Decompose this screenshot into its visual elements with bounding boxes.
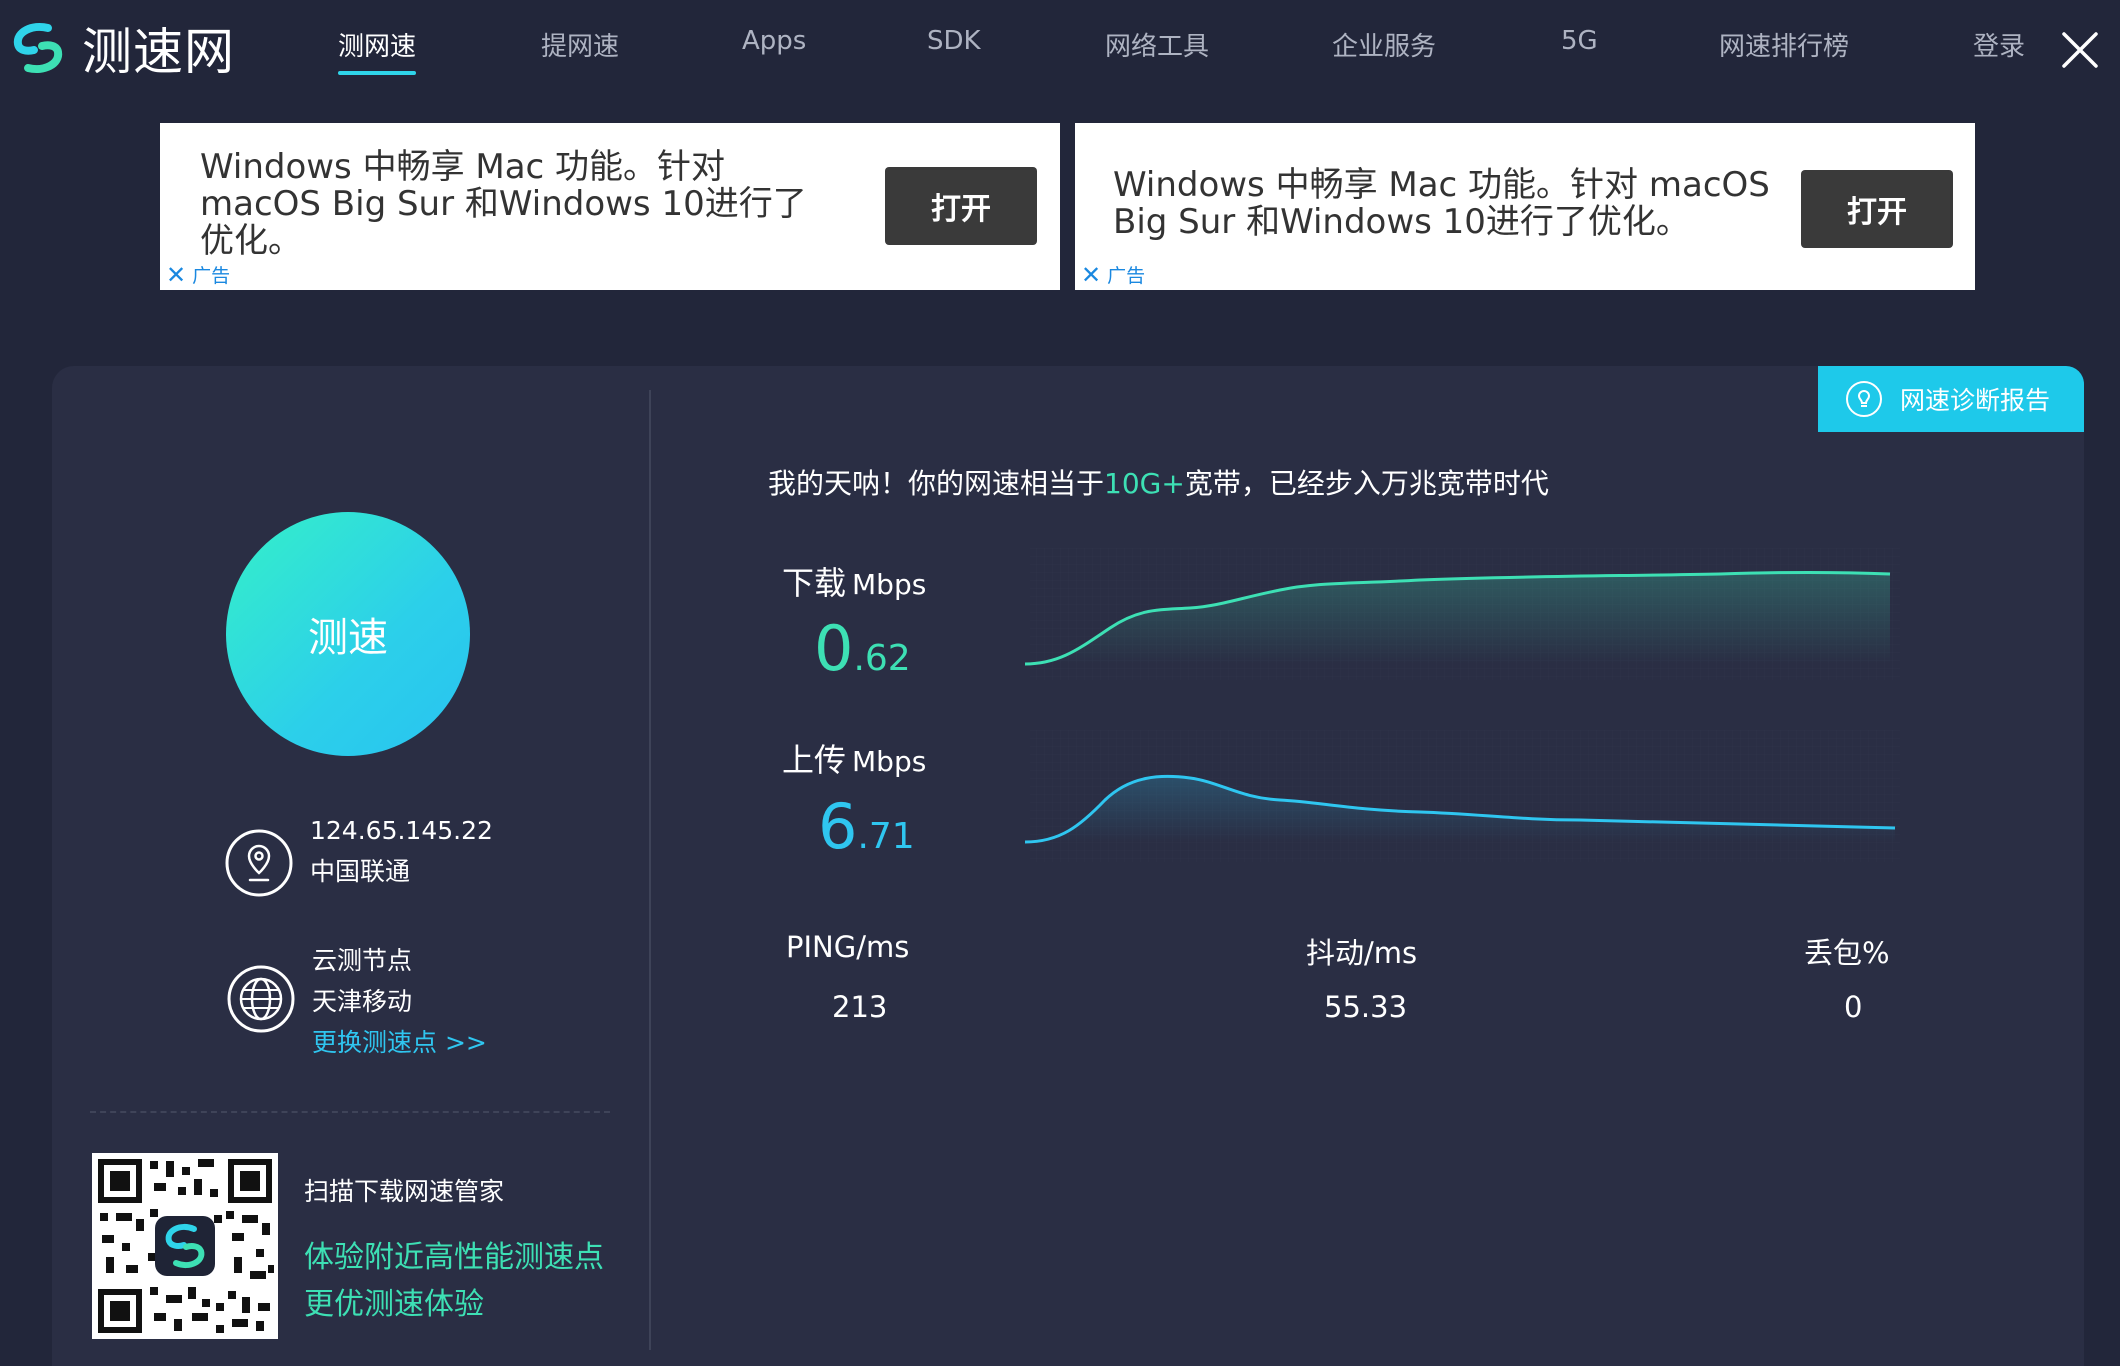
panel-divider: [649, 390, 651, 1350]
logo-icon: [13, 23, 63, 73]
ad-banner-2[interactable]: Windows 中畅享 Mac 功能。针对 macOS Big Sur 和Win…: [1075, 123, 1975, 290]
nav-sdk[interactable]: SDK: [927, 26, 981, 56]
nav-boost-speed[interactable]: 提网速: [541, 26, 619, 63]
upload-chart: [1024, 730, 1900, 862]
nav-enterprise[interactable]: 企业服务: [1332, 26, 1436, 63]
jitter-value: 55.33: [1324, 990, 1408, 1024]
client-isp: 中国联通: [310, 857, 411, 886]
client-ip: 124.65.145.22: [310, 816, 493, 845]
logo-text: 测速网: [82, 23, 235, 81]
promo-line-2: 更优测速体验: [304, 1287, 484, 1322]
top-navigation: 测速网 测网速 提网速 Apps SDK 网络工具 企业服务 5G 网速排行榜 …: [0, 0, 2120, 96]
close-icon[interactable]: [2060, 30, 2100, 70]
start-test-button[interactable]: 测速: [226, 512, 470, 756]
nav-5g[interactable]: 5G: [1561, 26, 1598, 56]
upload-label: 上传 Mbps: [782, 741, 927, 779]
jitter-label: 抖动/ms: [1306, 936, 1418, 970]
ad-tag: 广告: [1107, 265, 1146, 287]
location-pin-icon: [225, 829, 293, 897]
globe-icon: [227, 965, 295, 1033]
ad-text: Windows 中畅享 Mac 功能。针对 macOS Big Sur 和Win…: [200, 147, 807, 261]
packet-loss-value: 0: [1844, 990, 1863, 1024]
nav-speed-test[interactable]: 测网速: [338, 26, 417, 75]
change-node-link[interactable]: 更换测速点 >>: [312, 1022, 487, 1063]
ad-banner-1[interactable]: Windows 中畅享 Mac 功能。针对 macOS Big Sur 和Win…: [160, 123, 1060, 290]
promo-line-1: 体验附近高性能测速点: [304, 1240, 604, 1275]
promo-title: 扫描下载网速管家: [304, 1177, 505, 1206]
result-headline: 我的天呐！你的网速相当于10G+宽带，已经步入万兆宽带时代: [768, 467, 1549, 500]
download-label: 下载 Mbps: [782, 564, 927, 602]
qr-code: [92, 1153, 278, 1339]
ping-value: 213: [832, 990, 888, 1024]
ad-close-icon[interactable]: ✕: [166, 263, 186, 287]
nav-network-tools[interactable]: 网络工具: [1105, 26, 1209, 63]
speed-tier-highlight: 10G+: [1104, 467, 1185, 500]
lightbulb-icon: [1846, 381, 1882, 417]
client-info: 124.65.145.22 中国联通: [224, 816, 493, 898]
ad-footer: ✕ 广告: [1081, 261, 1145, 288]
ad-open-button[interactable]: 打开: [885, 167, 1037, 245]
diagnosis-report-button[interactable]: 网速诊断报告: [1818, 366, 2084, 432]
ad-footer: ✕ 广告: [166, 261, 230, 288]
logo[interactable]: 测速网: [10, 18, 235, 81]
upload-speed-value: 6.71: [818, 790, 915, 863]
ad-tag: 广告: [192, 265, 231, 287]
node-label: 云测节点: [312, 946, 413, 975]
node-info: 云测节点 天津移动 更换测速点 >>: [226, 946, 487, 1063]
ping-label: PING/ms: [786, 930, 910, 964]
node-name: 天津移动: [312, 987, 413, 1016]
ad-text: Windows 中畅享 Mac 功能。针对 macOS Big Sur 和Win…: [1113, 165, 1770, 242]
download-speed-value: 0.62: [814, 612, 911, 685]
ad-open-button[interactable]: 打开: [1801, 170, 1953, 248]
download-chart: [1024, 548, 1900, 680]
nav-apps[interactable]: Apps: [742, 26, 806, 56]
diagnosis-report-label: 网速诊断报告: [1900, 386, 2051, 415]
nav-ranking[interactable]: 网速排行榜: [1719, 26, 1849, 63]
nav-login[interactable]: 登录: [1973, 26, 2025, 63]
divider: [90, 1111, 610, 1113]
packet-loss-label: 丢包%: [1804, 936, 1890, 970]
ad-close-icon[interactable]: ✕: [1081, 263, 1101, 287]
